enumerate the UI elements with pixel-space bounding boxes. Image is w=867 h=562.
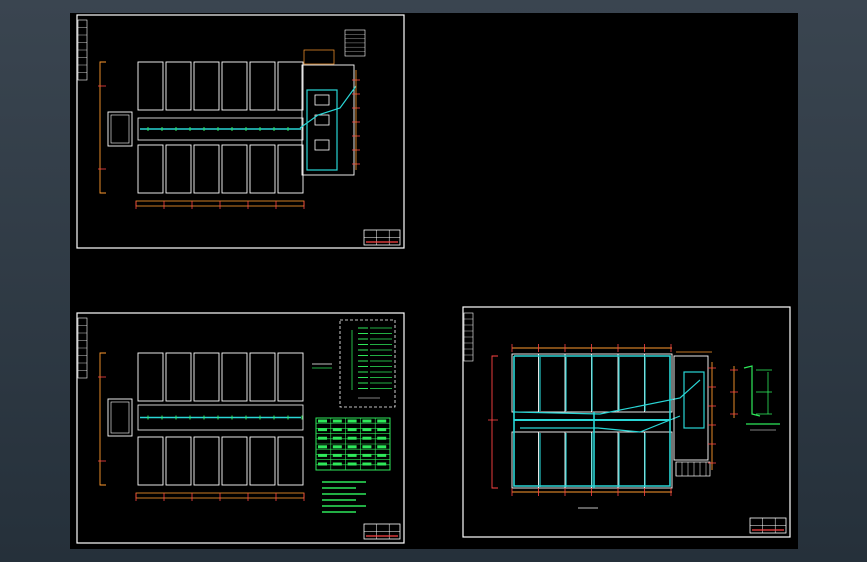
room-plan [98,352,305,501]
room-outline [221,61,248,111]
service-core [673,351,716,477]
riser-diagram [730,365,780,431]
room-outline [193,61,220,111]
sheet-3 [462,306,791,538]
cad-application-frame [0,0,867,562]
room-outline [165,144,192,194]
room-outline [221,436,248,486]
binding-strip [463,312,474,362]
room-outline [193,436,220,486]
room-outline [249,352,276,402]
section-detail [299,29,366,176]
cad-viewport[interactable] [70,13,798,549]
room-outline [277,352,304,402]
plan-label [312,363,332,369]
binding-strip [77,317,88,379]
equipment-box [107,398,133,437]
room-outline [249,61,276,111]
title-block [363,229,401,246]
room-outline [137,61,164,111]
sheet-border [462,306,791,538]
room-outline [221,352,248,402]
left-dimension [99,61,106,194]
room-outline [137,352,164,402]
binding-strip [77,19,88,81]
room-outline [137,436,164,486]
room-outline [277,144,304,194]
piping-plan [488,344,701,496]
room-outline [221,144,248,194]
room-outline [165,61,192,111]
title-block [363,523,401,540]
room-outline [277,61,304,111]
sheet-2 [76,312,405,544]
room-outline [193,144,220,194]
room-outline [137,144,164,194]
room-outline [165,352,192,402]
room-outline [249,144,276,194]
notes-block [322,481,366,513]
sheet-1 [76,14,405,249]
left-dimension [99,352,106,486]
equipment-box [107,111,133,147]
sheet-border [76,14,405,249]
equipment-table [315,417,391,471]
symbol-legend [339,319,396,408]
room-plan [98,61,305,209]
room-outline [165,436,192,486]
room-outline [249,436,276,486]
room-outline [277,436,304,486]
drawing-canvas [76,14,791,544]
sheet-border [76,312,405,544]
room-outline [193,352,220,402]
title-block [749,517,787,534]
